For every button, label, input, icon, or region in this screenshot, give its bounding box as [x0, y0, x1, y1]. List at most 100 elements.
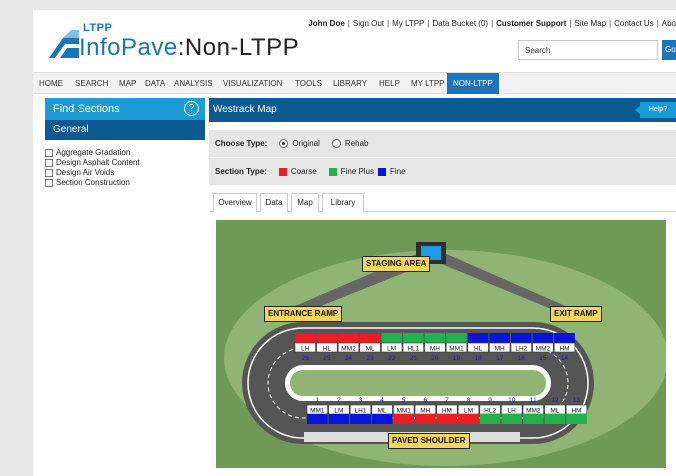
section-code: MM1: [396, 408, 411, 415]
checkbox[interactable]: [45, 149, 53, 157]
section-color-bar: [532, 333, 554, 343]
nav-non-ltpp[interactable]: NON-LTPP: [447, 73, 499, 94]
section-code: ML: [366, 346, 375, 353]
section-number: 9: [488, 397, 492, 404]
panel-title: Westrack Map: [213, 104, 277, 115]
tab-library[interactable]: Library: [322, 193, 364, 212]
radio-selected-icon[interactable]: [279, 139, 289, 148]
help-button[interactable]: Help?: [635, 102, 676, 118]
customer-support-link[interactable]: Customer Support: [496, 19, 566, 28]
top-links: John Doe | Sign Out | My LTPP | Data Bucket (0…: [308, 19, 676, 28]
separator: |: [387, 19, 390, 28]
section-color-bar: [328, 414, 350, 424]
section-code: MM1: [310, 408, 325, 415]
section-number: 22: [388, 355, 396, 362]
nav-data[interactable]: DATA: [145, 73, 165, 94]
legend-fine: Fine: [378, 167, 406, 176]
site-map-link[interactable]: Site Map: [574, 19, 606, 28]
checkbox[interactable]: [45, 179, 53, 187]
westrack-map: LH 26 HL 25 MM2 24 ML 23 LM 22 HL1 21 MH 20 MM1 19 HL 18 M…: [216, 220, 668, 468]
section-code: LM: [464, 408, 473, 415]
section-code: ML: [378, 408, 387, 415]
tab-map[interactable]: Map: [291, 193, 319, 213]
my-ltpp-link[interactable]: My LTPP: [392, 19, 424, 28]
section-number: 19: [453, 355, 461, 362]
contact-us-link[interactable]: Contact Us: [614, 19, 654, 28]
section-color-bar: [403, 333, 424, 343]
separator: |: [427, 19, 430, 28]
nav-visualization[interactable]: VISUALIZATION: [223, 73, 282, 94]
tab-data[interactable]: Data: [260, 193, 288, 212]
section-number: 16: [518, 355, 526, 362]
sidebar-item-aggregate-gradation[interactable]: Aggregate Gradation: [45, 148, 205, 158]
legend-coarse: Coarse: [278, 167, 317, 176]
section-code: HL1: [407, 346, 419, 353]
section-number: 20: [431, 355, 439, 362]
separator: |: [656, 19, 659, 28]
section-number: 5: [402, 397, 406, 404]
infopave-logo[interactable]: LTPP InfoPave:Non-LTPP: [43, 20, 343, 66]
checkbox[interactable]: [45, 159, 53, 167]
sidebar-item-section-construction[interactable]: Section Construction: [45, 178, 205, 188]
section-number: 12: [551, 397, 559, 404]
section-color-bar: [393, 414, 414, 424]
sign-out-link[interactable]: Sign Out: [353, 19, 384, 28]
nav-search[interactable]: SEARCH: [75, 73, 108, 94]
help-icon[interactable]: ?: [184, 101, 199, 116]
nav-map[interactable]: MAP: [119, 73, 136, 94]
section-code: HM: [571, 408, 581, 415]
sidebar-item-design-asphalt-content[interactable]: Design Asphalt Content: [45, 158, 205, 168]
sidebar-header: Find Sections ?: [45, 98, 205, 120]
nav-tools[interactable]: TOOLS: [295, 73, 322, 94]
section-color-bar: [479, 414, 501, 424]
section-number: 3: [359, 397, 363, 404]
radio-icon[interactable]: [331, 139, 341, 148]
section-number: 25: [323, 355, 331, 362]
section-number: 26: [302, 355, 310, 362]
logo-title: InfoPave:Non-LTPP: [79, 34, 299, 62]
section-color-bar: [371, 414, 393, 424]
section-color-bar: [544, 414, 566, 424]
nav-help[interactable]: HELP: [379, 73, 400, 94]
section-type-label: Section Type:: [215, 167, 267, 176]
section-color-bar: [307, 414, 328, 424]
section-number: 7: [445, 397, 449, 404]
radio-original[interactable]: Original: [279, 139, 320, 148]
sidebar-item-design-air-voids[interactable]: Design Air Voids: [45, 168, 205, 178]
sidebar-item-label: Design Asphalt Content: [56, 158, 140, 167]
coarse-swatch: [278, 167, 287, 176]
data-bucket-link[interactable]: Data Bucket (0): [432, 19, 488, 28]
separator: |: [609, 19, 612, 28]
section-type-row: Section Type: Coarse Fine Plus Fine: [209, 158, 676, 186]
go-button[interactable]: Go: [662, 40, 676, 60]
nav-analysis[interactable]: ANALYSIS: [174, 73, 213, 94]
legend-fine-plus: Fine Plus: [328, 167, 375, 176]
section-code: LM: [334, 408, 343, 415]
checkbox[interactable]: [45, 169, 53, 177]
section-color-bar: [436, 414, 458, 424]
section-color-bar: [424, 333, 446, 343]
section-code: HL: [323, 346, 332, 353]
section-number: 11: [530, 397, 537, 404]
sidebar-item-label: Design Air Voids: [56, 168, 115, 177]
nav-my-ltpp[interactable]: MY LTPP: [411, 73, 445, 94]
nav-library[interactable]: LIBRARY: [333, 73, 367, 94]
sidebar-item-label: Section Construction: [56, 178, 130, 187]
infield: [290, 370, 546, 396]
section-number: 13: [573, 397, 581, 404]
radio-rehab[interactable]: Rehab: [331, 139, 369, 148]
fine-plus-swatch: [328, 167, 337, 176]
nav-home[interactable]: HOME: [39, 73, 63, 94]
section-number: 1: [315, 397, 319, 404]
logo-ltpp-text: LTPP: [83, 22, 113, 34]
sidebar-section-general[interactable]: General: [45, 120, 205, 140]
fine-swatch: [378, 167, 387, 176]
search-input[interactable]: Search: [518, 40, 658, 60]
radio-label: Rehab: [344, 139, 369, 148]
legend-label: Fine Plus: [340, 167, 375, 176]
section-code: HL2: [484, 408, 496, 415]
sidebar-item-label: Aggregate Gradation: [56, 148, 131, 157]
tab-overview[interactable]: Overview: [213, 193, 257, 212]
about-link[interactable]: Abo: [662, 19, 676, 28]
section-code: HM: [442, 408, 452, 415]
